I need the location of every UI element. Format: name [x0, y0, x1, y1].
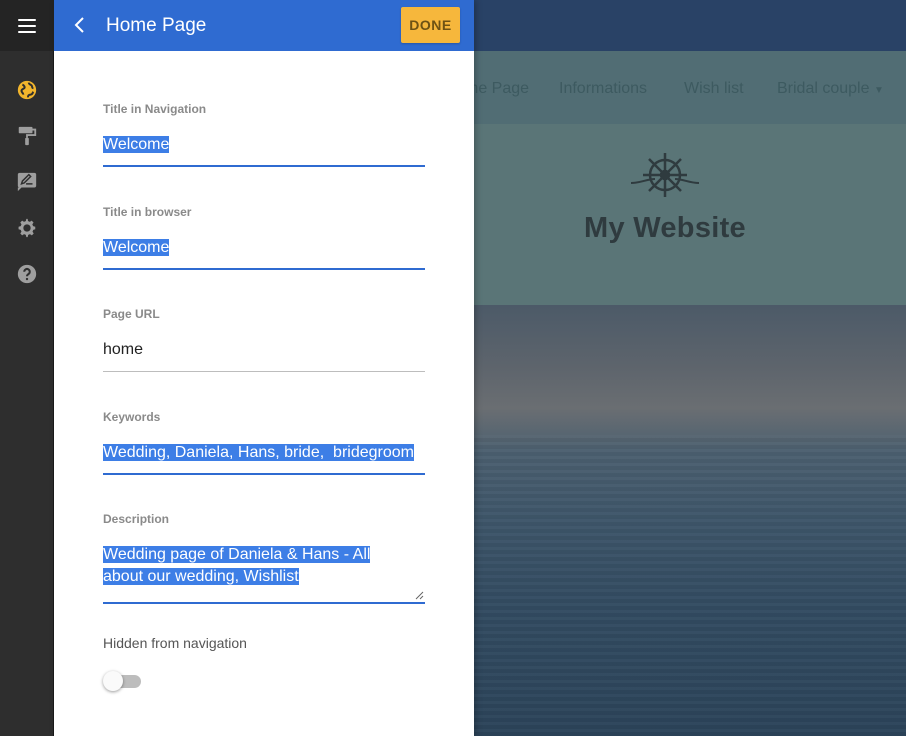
hidden-from-nav-toggle[interactable]: [103, 671, 143, 691]
preview-navbar: me Page Informations Wish list Bridal co…: [474, 51, 906, 125]
nav-title-field: Title in Navigation Welcome: [103, 102, 425, 167]
browser-title-input[interactable]: Welcome: [103, 237, 425, 270]
browser-title-label: Title in browser: [103, 205, 192, 219]
panel-header: Home Page DONE: [54, 0, 474, 51]
page-url-input[interactable]: home: [103, 339, 425, 372]
website-preview: me Page Informations Wish list Bridal co…: [474, 0, 906, 736]
preview-hero-image: [474, 305, 906, 736]
menu-button[interactable]: [0, 0, 54, 51]
browser-title-value: Welcome: [103, 239, 170, 256]
description-line-2: about our wedding, Wishlist: [103, 568, 299, 585]
keywords-input[interactable]: Wedding, Daniela, Hans, bride, bridegroo…: [103, 442, 425, 475]
toggle-knob: [103, 671, 123, 691]
edit-text-icon[interactable]: [16, 171, 38, 193]
nav-title-label: Title in Navigation: [103, 102, 207, 116]
gear-icon[interactable]: [16, 217, 38, 239]
hidden-from-nav-label: Hidden from navigation: [103, 635, 247, 651]
preview-site-title: My Website: [583, 212, 746, 244]
description-field: Description Wedding page of Daniela & Ha…: [103, 512, 425, 604]
description-line-1: Wedding page of Daniela & Hans - All: [103, 546, 371, 563]
nav-title-value: Welcome: [103, 136, 170, 153]
preview-nav-item[interactable]: me Page: [474, 80, 529, 98]
description-label: Description: [103, 512, 170, 526]
caret-down-icon: ▼: [873, 85, 884, 96]
hamburger-icon: [18, 18, 36, 33]
browser-title-field: Title in browser Welcome: [103, 205, 425, 270]
page-settings-panel: Home Page DONE Title in Navigation Welco…: [54, 0, 474, 736]
page-url-value: home: [103, 341, 144, 358]
ship-wheel-logo: [630, 153, 700, 197]
page-url-field: Page URL home: [103, 307, 425, 372]
preview-nav-item[interactable]: Bridal couple ▼: [777, 80, 884, 98]
panel-title: Home Page: [106, 15, 207, 36]
keywords-field: Keywords Wedding, Daniela, Hans, bride, …: [103, 410, 425, 475]
nav-title-input[interactable]: Welcome: [103, 134, 425, 167]
tool-sidebar: [0, 0, 54, 736]
preview-topbar: [474, 0, 906, 51]
done-button[interactable]: DONE: [401, 7, 460, 43]
page-url-label: Page URL: [103, 307, 160, 321]
paint-roller-icon[interactable]: [16, 125, 38, 147]
description-textarea[interactable]: Wedding page of Daniela & Hans - All abo…: [103, 544, 425, 604]
preview-nav-item[interactable]: Wish list: [684, 80, 744, 98]
keywords-value: Wedding, Daniela, Hans, bride, bridegroo…: [103, 444, 414, 461]
globe-icon[interactable]: [16, 79, 38, 101]
resize-grip-icon[interactable]: [415, 591, 424, 600]
keywords-label: Keywords: [103, 410, 161, 424]
preview-nav-item[interactable]: Informations: [559, 80, 647, 98]
help-icon[interactable]: [16, 263, 38, 285]
back-icon[interactable]: [70, 15, 90, 35]
preview-header: My Website: [474, 124, 906, 305]
preview-nav-item-label: Bridal couple: [777, 80, 870, 97]
